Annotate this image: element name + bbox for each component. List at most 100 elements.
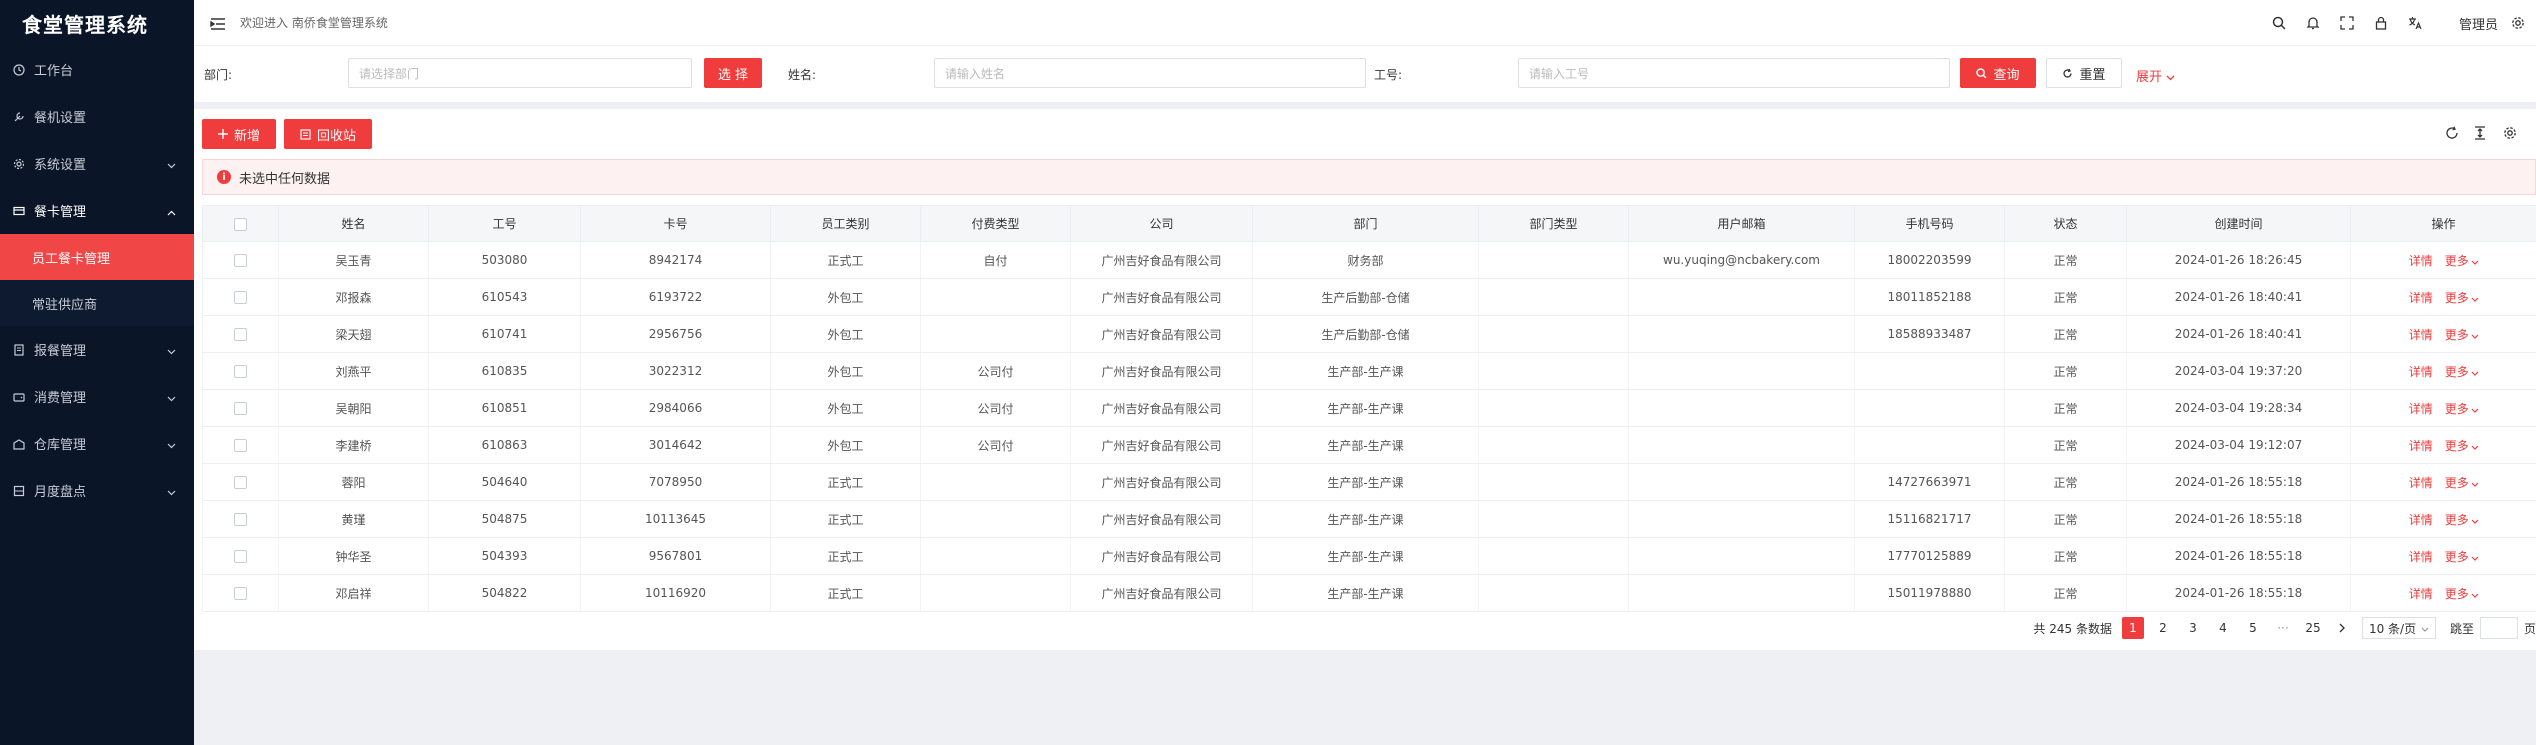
- detail-link[interactable]: 详情: [2409, 402, 2433, 416]
- chevron-down-icon: [167, 438, 176, 453]
- dept-input[interactable]: 请选择部门: [348, 58, 692, 88]
- detail-link[interactable]: 详情: [2409, 328, 2433, 342]
- row-checkbox[interactable]: [202, 315, 279, 353]
- row-checkbox[interactable]: [202, 537, 279, 575]
- cell-phone: 18002203599: [1854, 241, 2005, 279]
- page-size-select[interactable]: 10 条/页: [2361, 617, 2436, 639]
- more-dropdown[interactable]: 更多: [2445, 587, 2479, 601]
- detail-link[interactable]: 详情: [2409, 254, 2433, 268]
- sidebar-item-machine-settings[interactable]: 餐机设置: [0, 93, 194, 140]
- detail-link[interactable]: 详情: [2409, 513, 2433, 527]
- cell-created: 2024-03-04 19:12:07: [2126, 426, 2351, 464]
- sidebar-item-consumption[interactable]: 消费管理: [0, 373, 194, 420]
- col-header[interactable]: 创建时间: [2126, 205, 2351, 242]
- more-dropdown[interactable]: 更多: [2445, 439, 2479, 453]
- cell-phone: [1854, 352, 2005, 390]
- recycle-bin-button[interactable]: 回收站: [284, 119, 372, 149]
- name-input[interactable]: 请输入姓名: [934, 58, 1366, 88]
- row-checkbox[interactable]: [202, 352, 279, 390]
- sidebar-subitem-supplier[interactable]: 常驻供应商: [0, 280, 194, 326]
- row-checkbox[interactable]: [202, 389, 279, 427]
- cell-status: 正常: [2004, 241, 2127, 279]
- row-checkbox[interactable]: [202, 241, 279, 279]
- lock-icon[interactable]: [2373, 15, 2389, 31]
- page-5[interactable]: 5: [2242, 617, 2264, 639]
- col-header[interactable]: 员工类别: [770, 205, 921, 242]
- cell-company: 广州吉好食品有限公司: [1070, 537, 1253, 575]
- query-button[interactable]: 查询: [1960, 58, 2036, 88]
- page-4[interactable]: 4: [2212, 617, 2234, 639]
- col-header[interactable]: 工号: [428, 205, 581, 242]
- detail-link[interactable]: 详情: [2409, 439, 2433, 453]
- more-dropdown[interactable]: 更多: [2445, 550, 2479, 564]
- col-header[interactable]: 姓名: [278, 205, 429, 242]
- col-header[interactable]: 状态: [2004, 205, 2127, 242]
- settings-gear-icon[interactable]: [2510, 15, 2526, 31]
- page-ellipsis[interactable]: ···: [2272, 617, 2294, 639]
- col-header[interactable]: 付费类型: [920, 205, 1071, 242]
- table-row: 钟华圣 504393 9567801 正式工 广州吉好食品有限公司 生产部-生产课 1777…: [202, 537, 2536, 575]
- more-dropdown[interactable]: 更多: [2445, 254, 2479, 268]
- detail-link[interactable]: 详情: [2409, 587, 2433, 601]
- more-dropdown[interactable]: 更多: [2445, 365, 2479, 379]
- sidebar-item-system-settings[interactable]: 系统设置: [0, 140, 194, 187]
- detail-link[interactable]: 详情: [2409, 291, 2433, 305]
- translate-icon[interactable]: [2407, 15, 2423, 31]
- wrench-icon: [12, 110, 26, 124]
- col-header[interactable]: 部门类型: [1478, 205, 1629, 242]
- more-dropdown[interactable]: 更多: [2445, 402, 2479, 416]
- bell-icon[interactable]: [2305, 15, 2321, 31]
- col-header[interactable]: 公司: [1070, 205, 1253, 242]
- col-header[interactable]: 操作: [2350, 205, 2536, 242]
- select-dept-button[interactable]: 选 择: [704, 58, 762, 88]
- page-last[interactable]: 25: [2302, 617, 2324, 639]
- row-checkbox[interactable]: [202, 500, 279, 538]
- expand-toggle[interactable]: 展开: [2136, 66, 2175, 85]
- reset-button[interactable]: 重置: [2046, 58, 2122, 88]
- column-settings-icon[interactable]: [2502, 125, 2518, 141]
- page-3[interactable]: 3: [2182, 617, 2204, 639]
- more-dropdown[interactable]: 更多: [2445, 476, 2479, 490]
- sidebar-item-monthly-inventory[interactable]: 月度盘点: [0, 467, 194, 514]
- user-name[interactable]: 管理员: [2459, 14, 2498, 33]
- refresh-icon[interactable]: [2444, 125, 2460, 141]
- column-height-icon[interactable]: [2472, 125, 2488, 141]
- detail-link[interactable]: 详情: [2409, 365, 2433, 379]
- cell-status: 正常: [2004, 389, 2127, 427]
- cell-pay: [920, 463, 1071, 501]
- jump-label: 跳至: [2449, 621, 2474, 636]
- col-header[interactable]: 手机号码: [1854, 205, 2005, 242]
- col-header[interactable]: 用户邮箱: [1628, 205, 1855, 242]
- sidebar-item-meal-report[interactable]: 报餐管理: [0, 326, 194, 373]
- employee-id-input[interactable]: 请输入工号: [1518, 58, 1950, 88]
- row-checkbox[interactable]: [202, 463, 279, 501]
- detail-link[interactable]: 详情: [2409, 550, 2433, 564]
- row-checkbox[interactable]: [202, 574, 279, 612]
- sidebar-item-meal-card[interactable]: 餐卡管理: [0, 187, 194, 234]
- detail-link[interactable]: 详情: [2409, 476, 2433, 490]
- menu-fold-icon[interactable]: [210, 16, 226, 30]
- sidebar-subitem-employee-card[interactable]: 员工餐卡管理: [0, 234, 194, 280]
- search-icon[interactable]: [2271, 15, 2287, 31]
- more-dropdown[interactable]: 更多: [2445, 328, 2479, 342]
- table-row: 邓启祥 504822 10116920 正式工 广州吉好食品有限公司 生产部-生产课 150…: [202, 574, 2536, 612]
- fullscreen-icon[interactable]: [2339, 15, 2355, 31]
- next-page-icon[interactable]: [2332, 617, 2354, 639]
- more-dropdown[interactable]: 更多: [2445, 291, 2479, 305]
- jump-page-input[interactable]: [2479, 617, 2518, 639]
- cell-pay: [920, 500, 1071, 538]
- select-all-checkbox[interactable]: [202, 205, 279, 242]
- more-dropdown[interactable]: 更多: [2445, 513, 2479, 527]
- sidebar-item-dashboard[interactable]: 工作台: [0, 46, 194, 93]
- cell-card: 6193722: [580, 278, 771, 316]
- col-header[interactable]: 卡号: [580, 205, 771, 242]
- page-2[interactable]: 2: [2152, 617, 2174, 639]
- col-header[interactable]: 部门: [1252, 205, 1479, 242]
- row-checkbox[interactable]: [202, 426, 279, 464]
- sidebar-item-warehouse[interactable]: 仓库管理: [0, 420, 194, 467]
- row-checkbox[interactable]: [202, 278, 279, 316]
- cell-card: 2956756: [580, 315, 771, 353]
- add-button[interactable]: 新增: [202, 119, 276, 149]
- page-1[interactable]: 1: [2121, 617, 2144, 639]
- cell-card: 9567801: [580, 537, 771, 575]
